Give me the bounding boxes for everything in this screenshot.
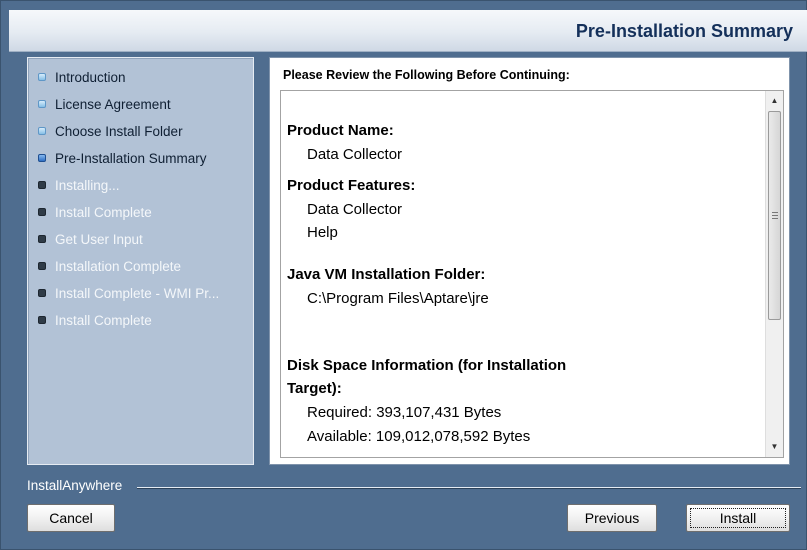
step-get-user-input: Get User Input (38, 229, 253, 249)
step-label: Installation Complete (55, 258, 182, 274)
summary-scroll-area[interactable]: Product Name: Data Collector Product Fea… (280, 90, 784, 458)
step-introduction: Introduction (38, 67, 253, 87)
step-installing: Installing... (38, 175, 253, 195)
step-label: Pre-Installation Summary (55, 150, 207, 166)
install-button[interactable]: Install (686, 504, 790, 532)
step-label: Get User Input (55, 231, 143, 247)
step-complete-icon (38, 100, 46, 108)
installer-window: Pre-Installation Summary Introduction Li… (0, 0, 807, 550)
scroll-thumb[interactable] (768, 111, 781, 320)
scroll-down-icon[interactable]: ▼ (766, 438, 783, 455)
step-label: Install Complete (55, 204, 152, 220)
step-pending-icon (38, 289, 46, 297)
step-pending-icon (38, 181, 46, 189)
step-pending-icon (38, 208, 46, 216)
step-label: Installing... (55, 177, 120, 193)
step-complete-icon (38, 127, 46, 135)
footer-divider (137, 487, 801, 489)
step-pending-icon (38, 235, 46, 243)
product-name-value: Data Collector (307, 146, 403, 163)
disk-required: Required: 393,107,431 Bytes (307, 404, 502, 421)
step-pending-icon (38, 262, 46, 270)
product-feature-item: Data Collector (307, 201, 403, 218)
product-feature-item: Help (307, 224, 338, 241)
step-choose-install-folder: Choose Install Folder (38, 121, 253, 141)
step-label: License Agreement (55, 96, 171, 112)
header-bar: Pre-Installation Summary (9, 10, 807, 52)
product-features-title: Product Features: (287, 177, 416, 194)
grip-icon (772, 212, 778, 219)
step-label: Introduction (55, 69, 126, 85)
installanywhere-brand: InstallAnywhere (27, 478, 123, 493)
step-label: Install Complete - WMI Pr... (55, 285, 220, 301)
vertical-scrollbar[interactable]: ▲ ▼ (765, 91, 783, 457)
disk-space-title: Disk Space Information (for Installation (287, 357, 567, 374)
step-license-agreement: License Agreement (38, 94, 253, 114)
step-complete-icon (38, 73, 46, 81)
product-name-title: Product Name: (287, 122, 394, 139)
steps-panel: Introduction License Agreement Choose In… (27, 57, 254, 465)
scroll-up-icon[interactable]: ▲ (766, 92, 783, 109)
summary-heading: Please Review the Following Before Conti… (283, 68, 570, 82)
summary-panel: Please Review the Following Before Conti… (269, 57, 790, 465)
previous-button[interactable]: Previous (567, 504, 657, 532)
step-install-complete-final: Install Complete (38, 310, 253, 330)
step-pre-installation-summary: Pre-Installation Summary (38, 148, 253, 168)
disk-space-title-cont: Target): (287, 380, 342, 397)
cancel-button[interactable]: Cancel (27, 504, 115, 532)
step-install-complete-wmi: Install Complete - WMI Pr... (38, 283, 253, 303)
step-installation-complete: Installation Complete (38, 256, 253, 276)
step-label: Install Complete (55, 312, 152, 328)
jvm-folder-title: Java VM Installation Folder: (287, 266, 486, 283)
page-title: Pre-Installation Summary (575, 21, 793, 41)
step-label: Choose Install Folder (55, 123, 183, 139)
disk-available: Available: 109,012,078,592 Bytes (307, 428, 531, 445)
step-current-icon (38, 154, 46, 162)
step-pending-icon (38, 316, 46, 324)
jvm-folder-value: C:\Program Files\Aptare\jre (307, 290, 489, 307)
step-install-complete: Install Complete (38, 202, 253, 222)
